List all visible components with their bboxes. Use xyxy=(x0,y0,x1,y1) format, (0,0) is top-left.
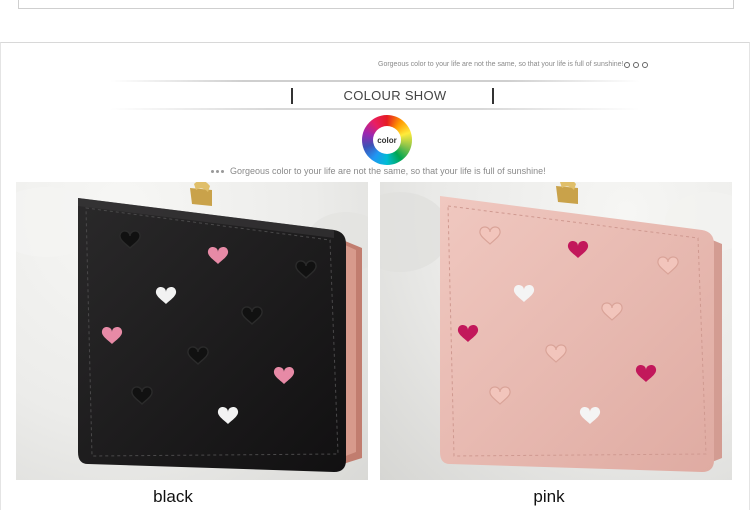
section-title: COLOUR SHOW xyxy=(343,88,447,103)
dots-decoration xyxy=(624,62,648,68)
tagline-small: Gorgeous color to your life are not the … xyxy=(378,61,624,68)
color-wheel-icon: color xyxy=(362,115,412,165)
tagline: Gorgeous color to your life are not the … xyxy=(211,166,546,176)
product-photo-black xyxy=(16,182,368,480)
divider-line xyxy=(110,80,640,82)
tagline-text: Gorgeous color to your life are not the … xyxy=(230,166,546,176)
color-wheel-label: color xyxy=(373,126,401,154)
divider-line xyxy=(110,108,640,110)
top-frame xyxy=(18,0,734,9)
dots-decoration xyxy=(211,169,224,173)
title-bar-right xyxy=(492,88,494,104)
title-bar-left xyxy=(291,88,293,104)
product-photo-pink xyxy=(380,182,732,480)
color-label-pink: pink xyxy=(533,487,565,506)
color-label-black: black xyxy=(153,487,193,506)
